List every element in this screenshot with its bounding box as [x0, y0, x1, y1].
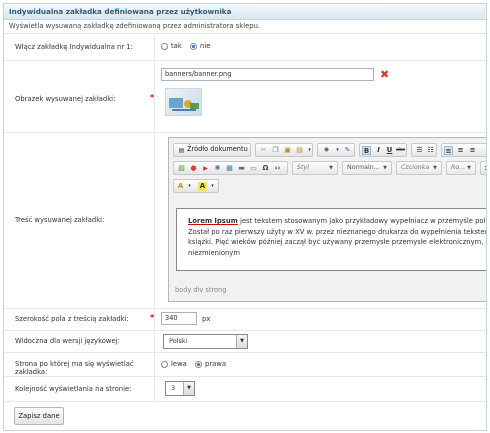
order-select[interactable]: 3 ▼	[165, 381, 195, 396]
bullet-list-icon[interactable]: ☷	[426, 146, 435, 155]
panel-description: Wyświetla wysuwaną zakładkę zdefiniowaną…	[4, 20, 486, 34]
side-right-radio[interactable]	[195, 360, 203, 368]
content-line-2: Został po raz pierwszy użyty w XV w. prz…	[188, 227, 487, 236]
row-order: Kolejność wyświetlania na stronie: 3 ▼	[4, 376, 486, 402]
italic-button[interactable]: I	[374, 146, 383, 155]
numbered-list-icon[interactable]: ☰	[415, 146, 424, 155]
source-button[interactable]: ▤ Źródło dokumentu	[173, 143, 251, 157]
width-unit: px	[202, 315, 211, 323]
side-left-label: lewa	[171, 360, 187, 368]
format-group: B I U abc	[359, 143, 407, 157]
side-left-radio[interactable]	[161, 360, 168, 368]
bold-button[interactable]: B	[362, 146, 371, 155]
special-icon[interactable]: ✺	[213, 164, 222, 173]
row-image: Obrazek wysuwanej zakładki: * banners/ban…	[4, 60, 486, 133]
language-select[interactable]: Polski ▼	[163, 334, 248, 349]
find-icon[interactable]: ✹	[322, 146, 331, 155]
omega-icon[interactable]: Ω	[261, 164, 270, 173]
editor-content-area[interactable]: Lorem Ipsum jest tekstem stosowanym jako…	[176, 208, 487, 271]
align-right-icon[interactable]: ≡	[468, 146, 477, 155]
chevron-down-icon: ▼	[433, 165, 437, 171]
chevron-down-icon: ▼	[383, 165, 387, 171]
underline-button[interactable]: U	[385, 146, 394, 155]
table-icon[interactable]: ▦	[225, 164, 234, 173]
chevron-down-icon: ▼	[467, 165, 471, 171]
content-label: Treść wysuwanej zakładki:	[15, 216, 105, 224]
image-icon[interactable]: ▨	[177, 164, 186, 173]
eraser-icon[interactable]: ✎	[343, 146, 352, 155]
dropdown-arrow-icon[interactable]: ▾	[305, 146, 314, 155]
content-line-4: niezmienionym	[188, 249, 240, 258]
row-side: Strona po której ma się wyświetlać zakła…	[4, 352, 486, 377]
cut-icon[interactable]: ✂	[259, 146, 268, 155]
code-icon[interactable]: ‹›	[273, 164, 282, 173]
content-line-3: książki. Pięć wieków później zaczął być …	[188, 238, 486, 247]
width-input[interactable]: 340	[161, 312, 197, 325]
chevron-down-icon: ▼	[183, 382, 194, 395]
enable-no-label: nie	[200, 42, 211, 50]
color-group: A ▾ A ▾	[173, 179, 219, 193]
image-path-input[interactable]: banners/banner.png	[161, 68, 374, 81]
required-marker: *	[150, 93, 155, 102]
required-marker: *	[150, 313, 155, 322]
row-visibility: Widoczna dla wersji językowej: Polski ▼	[4, 330, 486, 353]
save-button[interactable]: Zapisz dane	[14, 407, 64, 425]
align-center-icon[interactable]: ≡	[456, 146, 465, 155]
side-right-label: prawa	[205, 360, 227, 368]
youtube-icon[interactable]: ▶	[201, 164, 210, 173]
style-combo[interactable]: Styl ▼	[292, 161, 338, 175]
enable-yes-radio[interactable]	[161, 42, 168, 50]
image-label: Obrazek wysuwanej zakładki:	[15, 95, 116, 103]
bg-color-icon[interactable]: A	[198, 182, 207, 191]
list-group: ☰ ☷	[411, 143, 437, 157]
visibility-label: Widoczna dla wersji językowej:	[15, 337, 120, 345]
format-combo[interactable]: Normaln... ▼	[342, 161, 392, 175]
align-group: ≡ ≡ ≡	[441, 143, 486, 157]
subscript-icon: x₂	[484, 164, 486, 173]
content-bold-text: Lorem Ipsum	[188, 217, 238, 225]
copy-icon[interactable]: ❐	[271, 146, 280, 155]
clipboard-group: ✂ ❐ ▣ ▤ ▾	[255, 143, 313, 157]
order-label: Kolejność wyświetlania na stronie:	[15, 385, 132, 393]
chevron-down-icon: ▼	[329, 165, 333, 171]
panel-title: Indywidualna zakładka definiowana przez …	[4, 4, 486, 20]
flash-icon[interactable]: ●	[189, 164, 198, 173]
rich-text-editor: ▤ Źródło dokumentu ✂ ❐ ▣ ▤ ▾ ✹ ▾ ✎ B I U…	[168, 137, 487, 302]
enable-radio-group: tak nie	[161, 42, 216, 50]
horizontal-line-icon[interactable]: ▬	[237, 164, 246, 173]
chevron-down-icon: ▼	[236, 335, 247, 348]
delete-icon[interactable]: ✖	[380, 68, 389, 81]
side-radio-group: lewa prawa	[161, 360, 232, 368]
paste-icon[interactable]: ▣	[283, 146, 292, 155]
row-width: Szerokość pola z treścią zakładki: * 340 …	[4, 308, 486, 331]
tools-group: ✹ ▾ ✎	[317, 143, 355, 157]
dropdown-arrow-icon[interactable]: ▾	[185, 182, 194, 191]
dropdown-arrow-icon[interactable]: ▾	[208, 182, 217, 191]
text-color-icon[interactable]: A	[176, 182, 185, 191]
settings-panel: Indywidualna zakładka definiowana przez …	[3, 3, 487, 431]
document-icon: ▤	[178, 147, 185, 154]
font-combo[interactable]: Czcionka ▼	[396, 161, 442, 175]
content-line-1: jest tekstem stosowanym jako przykładowy…	[237, 217, 487, 225]
banner-thumbnail	[165, 88, 202, 116]
size-combo[interactable]: Ro... ▼	[446, 161, 476, 175]
align-left-icon[interactable]: ≡	[444, 146, 453, 155]
source-label: Źródło dokumentu	[187, 145, 248, 153]
paste-text-icon[interactable]: ▤	[295, 146, 304, 155]
side-label: Strona po której ma się wyświetlać zakła…	[15, 360, 134, 376]
subscript-button[interactable]: x₂	[480, 161, 486, 175]
row-enable: Włącz zakładkę Indywidualna nr 1: tak ni…	[4, 33, 486, 61]
enable-no-radio[interactable]	[190, 42, 198, 50]
element-path: body div strong	[175, 286, 227, 294]
row-content: Treść wysuwanej zakładki: ▤ Źródło dokum…	[4, 132, 486, 309]
width-label: Szerokość pola z treścią zakładki:	[15, 315, 129, 323]
enable-label: Włącz zakładkę Indywidualna nr 1:	[15, 43, 133, 51]
smiley-icon[interactable]: ▭	[249, 164, 258, 173]
dropdown-arrow-icon[interactable]: ▾	[333, 146, 342, 155]
strike-button[interactable]: abc	[396, 146, 405, 155]
insert-group: ▨ ● ▶ ✺ ▦ ▬ ▭ Ω ‹›	[173, 161, 288, 175]
enable-yes-label: tak	[171, 42, 182, 50]
